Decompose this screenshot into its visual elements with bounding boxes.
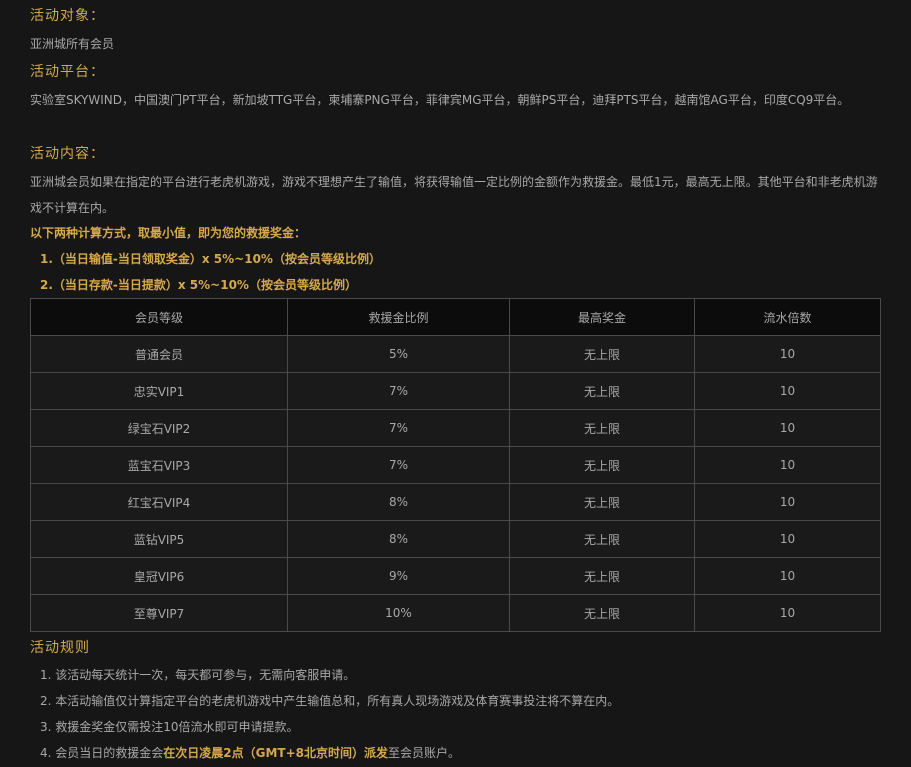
header-turnover: 流水倍数 xyxy=(694,298,881,336)
cell-level: 忠实VIP1 xyxy=(30,372,288,410)
cell-turnover: 10 xyxy=(694,594,881,632)
rule-4-prefix: 4. 会员当日的救援金会 xyxy=(40,746,164,760)
table-row: 皇冠VIP6 9% 无上限 10 xyxy=(30,557,881,595)
cell-level: 蓝钻VIP5 xyxy=(30,520,288,558)
cell-turnover: 10 xyxy=(694,520,881,558)
cell-turnover: 10 xyxy=(694,483,881,521)
table-row: 绿宝石VIP2 7% 无上限 10 xyxy=(30,409,881,447)
cell-turnover: 10 xyxy=(694,446,881,484)
cell-max-bonus: 无上限 xyxy=(509,483,695,521)
cell-max-bonus: 无上限 xyxy=(509,372,695,410)
header-max-bonus: 最高奖金 xyxy=(509,298,695,336)
cell-max-bonus: 无上限 xyxy=(509,520,695,558)
cell-max-bonus: 无上限 xyxy=(509,409,695,447)
rule-item: 4. 会员当日的救援金会在次日凌晨2点（GMT+8北京时间）派发至会员账户。 xyxy=(30,740,619,766)
calc-intro: 以下两种计算方式，取最小值，即为您的救援奖金： xyxy=(30,226,307,240)
rule-item: 1. 该活动每天统计一次，每天都可参与，无需向客服申请。 xyxy=(40,668,356,682)
target-text: 亚洲城所有会员 xyxy=(30,37,115,51)
cell-turnover: 10 xyxy=(694,557,881,595)
rule-4-suffix: 至会员账户。 xyxy=(388,746,461,760)
cell-max-bonus: 无上限 xyxy=(509,335,695,373)
cell-max-bonus: 无上限 xyxy=(509,446,695,484)
table-row: 普通会员 5% 无上限 10 xyxy=(30,335,881,373)
cell-ratio: 7% xyxy=(287,372,510,410)
formula-2: 2.（当日存款-当日提款）x 5%~10%（按会员等级比例） xyxy=(40,278,357,292)
cell-level: 绿宝石VIP2 xyxy=(30,409,288,447)
vip-rescue-table: 会员等级 救援金比例 最高奖金 流水倍数 普通会员 5% 无上限 10 忠实VI… xyxy=(30,298,881,632)
rules-list: 1. 该活动每天统计一次，每天都可参与，无需向客服申请。 2. 本活动输值仅计算… xyxy=(30,662,619,766)
platform-heading: 活动平台： xyxy=(30,64,105,80)
cell-max-bonus: 无上限 xyxy=(509,557,695,595)
content-heading: 活动内容： xyxy=(30,146,105,162)
table-row: 蓝钻VIP5 8% 无上限 10 xyxy=(30,520,881,558)
cell-level: 至尊VIP7 xyxy=(30,594,288,632)
cell-level: 蓝宝石VIP3 xyxy=(30,446,288,484)
content-text: 亚洲城会员如果在指定的平台进行老虎机游戏，游戏不理想产生了输值，将获得输值一定比… xyxy=(30,175,878,215)
cell-ratio: 9% xyxy=(287,557,510,595)
cell-turnover: 10 xyxy=(694,372,881,410)
cell-turnover: 10 xyxy=(694,335,881,373)
cell-ratio: 8% xyxy=(287,483,510,521)
target-heading: 活动对象： xyxy=(30,8,105,24)
cell-level: 普通会员 xyxy=(30,335,288,373)
cell-turnover: 10 xyxy=(694,409,881,447)
table-row: 忠实VIP1 7% 无上限 10 xyxy=(30,372,881,410)
platform-text: 实验室SKYWIND，中国澳门PT平台，新加坡TTG平台，柬埔寨PNG平台，菲律… xyxy=(30,93,850,107)
rule-4-highlight: 在次日凌晨2点（GMT+8北京时间）派发 xyxy=(163,746,388,760)
table-row: 蓝宝石VIP3 7% 无上限 10 xyxy=(30,446,881,484)
table-row: 至尊VIP7 10% 无上限 10 xyxy=(30,594,881,632)
cell-ratio: 7% xyxy=(287,446,510,484)
rule-item: 2. 本活动输值仅计算指定平台的老虎机游戏中产生输值总和，所有真人现场游戏及体育… xyxy=(40,694,620,708)
cell-ratio: 10% xyxy=(287,594,510,632)
formula-1: 1.（当日输值-当日领取奖金）x 5%~10%（按会员等级比例） xyxy=(40,252,381,266)
cell-level: 红宝石VIP4 xyxy=(30,483,288,521)
cell-ratio: 7% xyxy=(287,409,510,447)
cell-max-bonus: 无上限 xyxy=(509,594,695,632)
table-row: 红宝石VIP4 8% 无上限 10 xyxy=(30,483,881,521)
cell-ratio: 5% xyxy=(287,335,510,373)
header-level: 会员等级 xyxy=(30,298,288,336)
cell-ratio: 8% xyxy=(287,520,510,558)
rule-item: 3. 救援金奖金仅需投注10倍流水即可申请提款。 xyxy=(40,720,299,734)
rules-heading: 活动规则 xyxy=(30,640,90,656)
cell-level: 皇冠VIP6 xyxy=(30,557,288,595)
header-ratio: 救援金比例 xyxy=(287,298,510,336)
table-header-row: 会员等级 救援金比例 最高奖金 流水倍数 xyxy=(30,298,881,336)
